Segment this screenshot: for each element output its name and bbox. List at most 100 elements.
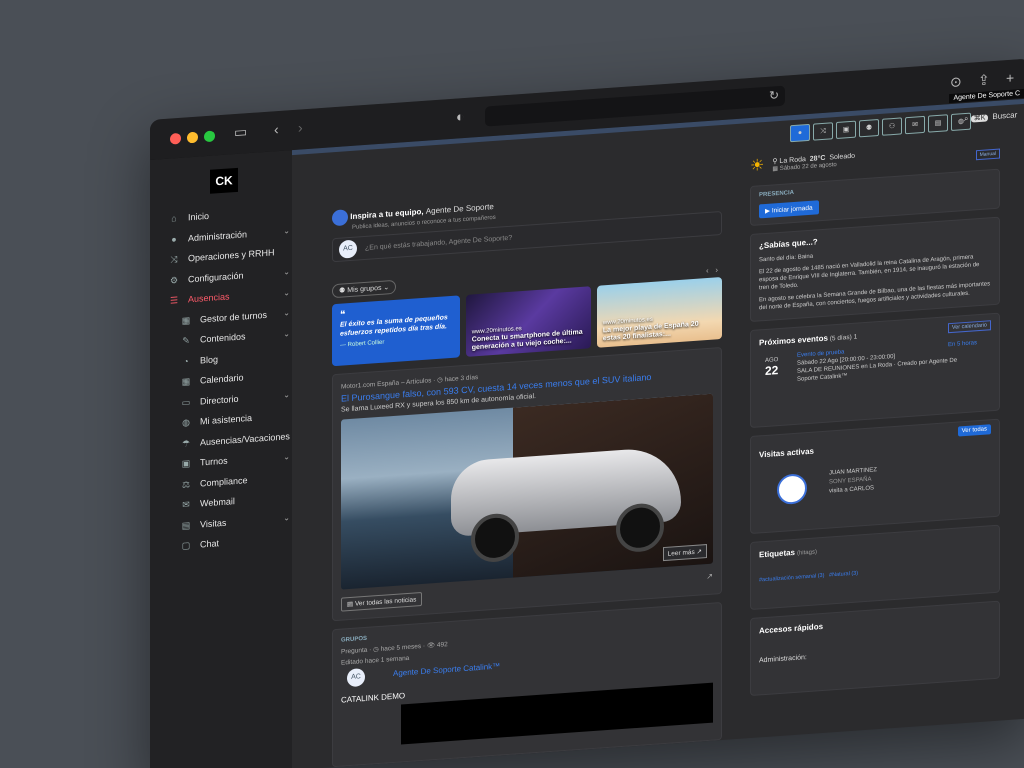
- quick-access-title: Accesos rápidos: [759, 621, 824, 636]
- chevron-down-icon[interactable]: ⌄: [283, 226, 290, 235]
- org-chart-icon[interactable]: ⚇: [882, 117, 902, 136]
- quick-access-card: Accesos rápidos Administración:: [750, 600, 1000, 697]
- news-image[interactable]: Leer más ↗: [341, 393, 713, 590]
- chevron-down-icon[interactable]: ⌄: [283, 390, 290, 399]
- sidebar-item-label: Chat: [200, 538, 220, 550]
- sidebar-item-label: Operaciones y RRHH: [188, 247, 275, 264]
- download-icon[interactable]: ⊙: [950, 73, 962, 91]
- circle-icon: ●: [171, 233, 177, 245]
- chevron-down-icon[interactable]: ⌄: [283, 288, 290, 297]
- minimize-window-button[interactable]: [187, 131, 198, 144]
- inspire-title: Inspira a tu equipo,: [350, 206, 426, 222]
- news-slide[interactable]: www.20minutos.es La mejor playa de España…: [596, 277, 722, 348]
- sidebar-item-label: Mi asistencia: [200, 412, 253, 427]
- mail-icon[interactable]: ✉: [905, 115, 925, 135]
- mail-icon: ✉: [182, 499, 190, 510]
- sidebar-item-label: Turnos: [200, 455, 228, 468]
- close-window-button[interactable]: [170, 132, 181, 145]
- maximize-window-button[interactable]: [204, 130, 215, 143]
- groups-icon: ⚉: [339, 287, 348, 295]
- search-shortcut: ⌘K: [970, 114, 989, 123]
- tags-subtitle: (hitags): [796, 549, 817, 557]
- gear-icon: ⚙: [169, 274, 179, 286]
- new-tab-icon[interactable]: +: [1006, 70, 1014, 87]
- search-button[interactable]: ⌕ ⌘K Buscar: [964, 110, 1017, 124]
- events-card: Próximos eventos (5 días) 1 Ver calendar…: [750, 312, 1000, 429]
- sidebar-item-label: Configuración: [188, 269, 244, 284]
- events-title: Próximos eventos: [759, 333, 828, 348]
- chevron-down-icon[interactable]: ⌄: [283, 452, 290, 461]
- calendar-icon: ▦: [181, 314, 191, 326]
- back-arrow-icon[interactable]: ‹: [274, 121, 279, 137]
- chevron-down-icon[interactable]: ⌄: [283, 329, 290, 338]
- groups-label: Mis grupos: [347, 284, 382, 295]
- file-icon[interactable]: ▤: [928, 114, 948, 133]
- id-card-icon: ▤: [181, 519, 191, 531]
- sidebar-item-label: Directorio: [200, 393, 239, 407]
- carousel-arrows[interactable]: ‹ ›: [706, 265, 718, 275]
- chevron-down-icon[interactable]: ⌄: [283, 267, 290, 276]
- quote-slide[interactable]: ❝ El éxito es la suma de pequeños esfuer…: [332, 295, 460, 367]
- group-post-card: GRUPOS Pregunta · ◷ hace 5 meses · 👁 492…: [332, 602, 722, 768]
- sidebar-item-label: Ausencias/Vacaciones: [200, 430, 290, 448]
- circle-icon[interactable]: ●: [790, 123, 810, 143]
- avatar: AC: [347, 667, 365, 688]
- scale-icon: ⚖: [181, 478, 191, 490]
- external-link-icon[interactable]: ↗: [706, 572, 713, 581]
- news-slide[interactable]: www.20minutos.es Conecta tu smartphone de…: [465, 286, 591, 357]
- sidebar-item-label: Administración: [188, 228, 248, 243]
- group-author[interactable]: Agente De Soporte Catalink™: [393, 662, 500, 678]
- visitor-host: visita a CARLOS: [829, 485, 875, 495]
- tags-card: Etiquetas (hitags) #actualización semana…: [750, 524, 1000, 611]
- post-placeholder: ¿En qué estás trabajando, Agente De Sopo…: [365, 234, 513, 252]
- right-column: ☀ ⚲ La Roda 28°C Soleado ▦ Sábado 22 de …: [750, 139, 1000, 697]
- megaphone-icon: [332, 209, 348, 227]
- fingerprint-icon: ◍: [182, 417, 190, 428]
- did-you-know-card: ¿Sabías que...? Santo del día: Baina El …: [750, 216, 1000, 323]
- pen-icon: ✎: [182, 335, 190, 346]
- shuffle-icon: ⤨: [170, 254, 178, 265]
- umbrella-icon: ☂: [181, 437, 191, 449]
- inspire-user: Agente De Soporte: [425, 202, 494, 216]
- tag-link[interactable]: #Natural (3): [829, 570, 858, 578]
- sidebar-item-label: Calendario: [200, 372, 244, 386]
- folder-icon: ▭: [181, 396, 191, 408]
- chat-icon: ▢: [181, 540, 191, 551]
- wifi-icon: ◔: [183, 355, 189, 367]
- sidebar-toggle-icon[interactable]: ▭: [234, 123, 247, 141]
- chevron-down-icon: ⌄: [381, 284, 390, 292]
- users-icon[interactable]: ⚉: [859, 119, 879, 138]
- tag-link[interactable]: #actualización semanal (3): [759, 573, 824, 584]
- sidebar-item-label: Gestor de turnos: [200, 309, 268, 325]
- events-range: (5 días): [829, 333, 852, 343]
- events-count-badge: 1: [853, 333, 858, 341]
- sidebar-nav: ⌂ Inicio ● Administración ⌄ ⤨ Operaciones y RR…: [168, 200, 298, 558]
- screenshot-stage: ▭ ‹ › ◐ ↻ ⊙ ⇪ + Agente De Soporte C CK ⌂…: [0, 0, 1024, 768]
- home-icon: ⌂: [171, 213, 177, 224]
- browser-window: ▭ ‹ › ◐ ↻ ⊙ ⇪ + Agente De Soporte C CK ⌂…: [150, 58, 1024, 768]
- reload-icon[interactable]: ↻: [769, 88, 779, 103]
- sidebar-item-label: Blog: [200, 353, 219, 366]
- start-shift-button[interactable]: ▶ Iniciar jornada: [759, 200, 819, 219]
- see-all-visits-button[interactable]: Ver todas: [957, 424, 991, 437]
- tags-title: Etiquetas: [759, 547, 796, 560]
- forward-arrow-icon[interactable]: ›: [298, 119, 303, 135]
- app-logo[interactable]: CK: [210, 167, 238, 194]
- see-all-news-button[interactable]: ▤ Ver todas las noticias: [341, 591, 423, 612]
- share-icon[interactable]: ⇪: [978, 71, 990, 89]
- view-calendar-button[interactable]: Ver calendario: [947, 320, 991, 334]
- chevron-down-icon[interactable]: ⌄: [283, 308, 290, 317]
- sidebar-item-label: Compliance: [200, 474, 248, 489]
- search-icon: ⌕: [964, 113, 971, 124]
- groups-filter[interactable]: ⚉ Mis grupos ⌄: [332, 279, 397, 299]
- feed-column: Inspira a tu equipo, Agente De Soporte P…: [332, 183, 722, 768]
- shuffle-icon[interactable]: ⤨: [813, 122, 833, 141]
- sidebar-item-label: Visitas: [200, 517, 227, 530]
- active-visits-card: Visitas activas Ver todas JUAN MARTINEZ …: [750, 418, 1000, 535]
- chat-icon[interactable]: ▣: [836, 120, 856, 140]
- shield-icon[interactable]: ◐: [456, 108, 464, 125]
- avatar: AC: [339, 239, 357, 259]
- manual-button[interactable]: Manual: [975, 148, 1000, 161]
- calendar-icon: ▦: [772, 165, 780, 172]
- chevron-down-icon[interactable]: ⌄: [283, 513, 290, 522]
